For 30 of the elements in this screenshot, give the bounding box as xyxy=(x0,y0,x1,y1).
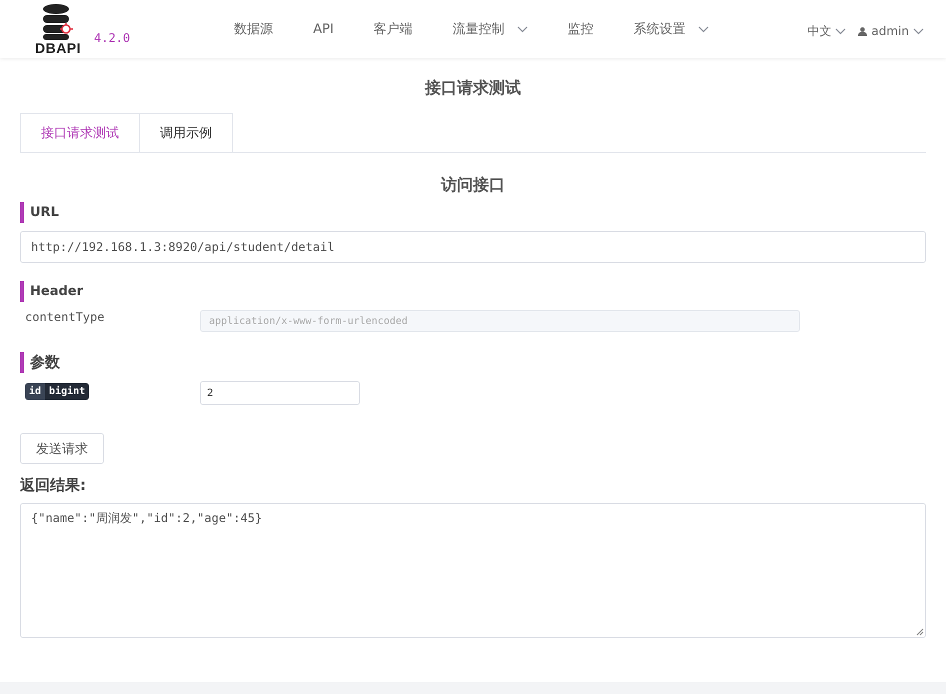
section-title: 访问接口 xyxy=(440,175,506,196)
nav-item[interactable]: 数据源 xyxy=(214,20,294,38)
user-icon xyxy=(858,26,868,36)
tab[interactable]: 接口请求测试 xyxy=(20,113,140,152)
tab[interactable]: 调用示例 xyxy=(140,113,233,152)
header-name: contentType xyxy=(24,310,106,324)
chevron-down-icon xyxy=(698,26,709,32)
chevron-down-icon xyxy=(913,28,924,34)
section-label: Header xyxy=(20,281,926,302)
param-value-field[interactable]: 2 xyxy=(200,381,360,405)
nav-item[interactable]: 监控 xyxy=(548,20,614,38)
user-menu[interactable]: admin xyxy=(858,24,924,38)
result-label: 返回结果: xyxy=(20,476,87,495)
version-label: 4.2.0 xyxy=(94,31,130,45)
result-field[interactable]: {"name":"周润发","id":2,"age":45} xyxy=(20,503,926,638)
nav-item[interactable]: 客户端 xyxy=(354,20,433,38)
chevron-down-icon xyxy=(835,28,846,34)
language-menu[interactable]: 中文 xyxy=(807,22,846,40)
chevron-down-icon xyxy=(516,26,528,32)
database-icon xyxy=(41,3,75,41)
nav-item[interactable]: API xyxy=(293,20,354,38)
nav-item[interactable]: 系统设置 xyxy=(614,20,729,38)
section-label: 参数 xyxy=(20,352,926,373)
url-field[interactable]: http://192.168.1.3:8920/api/student/detail xyxy=(20,231,926,263)
page-title: 接口请求测试 xyxy=(424,77,522,99)
logo-text: DBAPI xyxy=(34,41,82,55)
nav-item[interactable]: 流量控制 xyxy=(432,20,548,38)
send-button[interactable]: 发送请求 xyxy=(20,433,104,464)
section-label: URL xyxy=(20,202,926,223)
resize-grip-icon[interactable] xyxy=(916,628,924,636)
